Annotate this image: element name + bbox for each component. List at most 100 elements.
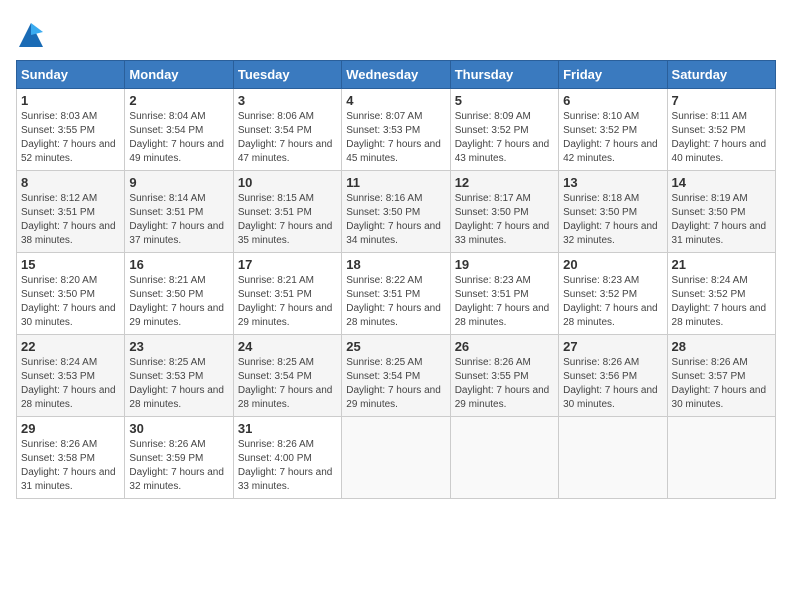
day-number: 24 [238, 339, 337, 354]
day-info: Sunrise: 8:06 AMSunset: 3:54 PMDaylight:… [238, 111, 333, 164]
calendar-week-2: 8 Sunrise: 8:12 AMSunset: 3:51 PMDaylight… [17, 171, 776, 253]
day-info: Sunrise: 8:07 AMSunset: 3:53 PMDaylight:… [346, 111, 441, 164]
day-number: 1 [21, 93, 120, 108]
day-number: 21 [672, 257, 771, 272]
calendar-cell: 20Sunrise: 8:23 AMSunset: 3:52 PMDayligh… [559, 253, 667, 335]
day-number: 5 [455, 93, 554, 108]
day-number: 8 [21, 175, 120, 190]
day-info: Sunrise: 8:04 AMSunset: 3:54 PMDaylight:… [129, 111, 224, 164]
day-number: 26 [455, 339, 554, 354]
calendar-week-5: 29 Sunrise: 8:26 AMSunset: 3:58 PMDayligh… [17, 417, 776, 499]
day-info: Sunrise: 8:16 AMSunset: 3:50 PMDaylight:… [346, 193, 441, 246]
calendar-cell: 29 Sunrise: 8:26 AMSunset: 3:58 PMDayligh… [17, 417, 125, 499]
calendar-cell: 14Sunrise: 8:19 AMSunset: 3:50 PMDayligh… [667, 171, 775, 253]
calendar-cell: 2 Sunrise: 8:04 AMSunset: 3:54 PMDaylight… [125, 89, 233, 171]
day-number: 17 [238, 257, 337, 272]
calendar-cell: 9 Sunrise: 8:14 AMSunset: 3:51 PMDaylight… [125, 171, 233, 253]
day-info: Sunrise: 8:26 AMSunset: 3:58 PMDaylight:… [21, 439, 116, 492]
day-headers-row: SundayMondayTuesdayWednesdayThursdayFrid… [17, 61, 776, 89]
calendar-cell: 25 Sunrise: 8:25 AMSunset: 3:54 PMDayligh… [342, 335, 450, 417]
day-number: 3 [238, 93, 337, 108]
calendar-cell: 22 Sunrise: 8:24 AMSunset: 3:53 PMDayligh… [17, 335, 125, 417]
day-header-thursday: Thursday [450, 61, 558, 89]
calendar-cell: 31 Sunrise: 8:26 AMSunset: 4:00 PMDayligh… [233, 417, 341, 499]
day-info: Sunrise: 8:14 AMSunset: 3:51 PMDaylight:… [129, 193, 224, 246]
day-number: 10 [238, 175, 337, 190]
day-info: Sunrise: 8:09 AMSunset: 3:52 PMDaylight:… [455, 111, 550, 164]
day-number: 23 [129, 339, 228, 354]
calendar-cell [667, 417, 775, 499]
calendar-cell: 13 Sunrise: 8:18 AMSunset: 3:50 PMDayligh… [559, 171, 667, 253]
calendar-cell: 26 Sunrise: 8:26 AMSunset: 3:55 PMDayligh… [450, 335, 558, 417]
day-number: 22 [21, 339, 120, 354]
calendar-cell: 19 Sunrise: 8:23 AMSunset: 3:51 PMDayligh… [450, 253, 558, 335]
day-number: 16 [129, 257, 228, 272]
day-info: Sunrise: 8:21 AMSunset: 3:51 PMDaylight:… [238, 275, 333, 328]
day-number: 12 [455, 175, 554, 190]
calendar-cell: 23Sunrise: 8:25 AMSunset: 3:53 PMDayligh… [125, 335, 233, 417]
calendar-cell [342, 417, 450, 499]
day-number: 2 [129, 93, 228, 108]
day-info: Sunrise: 8:26 AMSunset: 3:57 PMDaylight:… [672, 357, 767, 410]
day-info: Sunrise: 8:23 AMSunset: 3:51 PMDaylight:… [455, 275, 550, 328]
day-info: Sunrise: 8:20 AMSunset: 3:50 PMDaylight:… [21, 275, 116, 328]
day-info: Sunrise: 8:26 AMSunset: 3:55 PMDaylight:… [455, 357, 550, 410]
day-header-wednesday: Wednesday [342, 61, 450, 89]
calendar-cell: 1 Sunrise: 8:03 AMSunset: 3:55 PMDaylight… [17, 89, 125, 171]
day-header-saturday: Saturday [667, 61, 775, 89]
calendar-cell: 30 Sunrise: 8:26 AMSunset: 3:59 PMDayligh… [125, 417, 233, 499]
day-info: Sunrise: 8:03 AMSunset: 3:55 PMDaylight:… [21, 111, 116, 164]
day-info: Sunrise: 8:26 AMSunset: 3:56 PMDaylight:… [563, 357, 658, 410]
calendar-week-3: 15 Sunrise: 8:20 AMSunset: 3:50 PMDayligh… [17, 253, 776, 335]
calendar-cell: 6 Sunrise: 8:10 AMSunset: 3:52 PMDaylight… [559, 89, 667, 171]
day-number: 15 [21, 257, 120, 272]
day-info: Sunrise: 8:10 AMSunset: 3:52 PMDaylight:… [563, 111, 658, 164]
day-number: 11 [346, 175, 445, 190]
calendar-cell: 8 Sunrise: 8:12 AMSunset: 3:51 PMDaylight… [17, 171, 125, 253]
logo [16, 20, 50, 50]
calendar-cell: 27 Sunrise: 8:26 AMSunset: 3:56 PMDayligh… [559, 335, 667, 417]
day-info: Sunrise: 8:25 AMSunset: 3:54 PMDaylight:… [346, 357, 441, 410]
day-number: 31 [238, 421, 337, 436]
day-info: Sunrise: 8:12 AMSunset: 3:51 PMDaylight:… [21, 193, 116, 246]
calendar-cell: 16 Sunrise: 8:21 AMSunset: 3:50 PMDayligh… [125, 253, 233, 335]
day-info: Sunrise: 8:22 AMSunset: 3:51 PMDaylight:… [346, 275, 441, 328]
calendar-cell: 28 Sunrise: 8:26 AMSunset: 3:57 PMDayligh… [667, 335, 775, 417]
calendar-cell: 21Sunrise: 8:24 AMSunset: 3:52 PMDayligh… [667, 253, 775, 335]
day-number: 30 [129, 421, 228, 436]
day-info: Sunrise: 8:24 AMSunset: 3:53 PMDaylight:… [21, 357, 116, 410]
day-number: 19 [455, 257, 554, 272]
day-header-tuesday: Tuesday [233, 61, 341, 89]
day-number: 9 [129, 175, 228, 190]
calendar-cell: 5 Sunrise: 8:09 AMSunset: 3:52 PMDaylight… [450, 89, 558, 171]
day-info: Sunrise: 8:21 AMSunset: 3:50 PMDaylight:… [129, 275, 224, 328]
day-number: 6 [563, 93, 662, 108]
day-info: Sunrise: 8:17 AMSunset: 3:50 PMDaylight:… [455, 193, 550, 246]
calendar-cell: 24Sunrise: 8:25 AMSunset: 3:54 PMDayligh… [233, 335, 341, 417]
day-info: Sunrise: 8:11 AMSunset: 3:52 PMDaylight:… [672, 111, 767, 164]
calendar-table: SundayMondayTuesdayWednesdayThursdayFrid… [16, 60, 776, 499]
day-info: Sunrise: 8:15 AMSunset: 3:51 PMDaylight:… [238, 193, 333, 246]
calendar-week-4: 22 Sunrise: 8:24 AMSunset: 3:53 PMDayligh… [17, 335, 776, 417]
day-info: Sunrise: 8:26 AMSunset: 3:59 PMDaylight:… [129, 439, 224, 492]
day-number: 29 [21, 421, 120, 436]
calendar-cell: 12 Sunrise: 8:17 AMSunset: 3:50 PMDayligh… [450, 171, 558, 253]
logo-icon [16, 20, 46, 50]
calendar-cell: 3 Sunrise: 8:06 AMSunset: 3:54 PMDaylight… [233, 89, 341, 171]
day-header-monday: Monday [125, 61, 233, 89]
day-number: 13 [563, 175, 662, 190]
day-number: 25 [346, 339, 445, 354]
day-number: 27 [563, 339, 662, 354]
day-header-sunday: Sunday [17, 61, 125, 89]
day-header-friday: Friday [559, 61, 667, 89]
day-info: Sunrise: 8:18 AMSunset: 3:50 PMDaylight:… [563, 193, 658, 246]
day-number: 18 [346, 257, 445, 272]
day-info: Sunrise: 8:26 AMSunset: 4:00 PMDaylight:… [238, 439, 333, 492]
calendar-cell: 15 Sunrise: 8:20 AMSunset: 3:50 PMDayligh… [17, 253, 125, 335]
day-number: 28 [672, 339, 771, 354]
calendar-cell [450, 417, 558, 499]
calendar-cell [559, 417, 667, 499]
calendar-cell: 11 Sunrise: 8:16 AMSunset: 3:50 PMDayligh… [342, 171, 450, 253]
day-number: 14 [672, 175, 771, 190]
calendar-cell: 7Sunrise: 8:11 AMSunset: 3:52 PMDaylight… [667, 89, 775, 171]
